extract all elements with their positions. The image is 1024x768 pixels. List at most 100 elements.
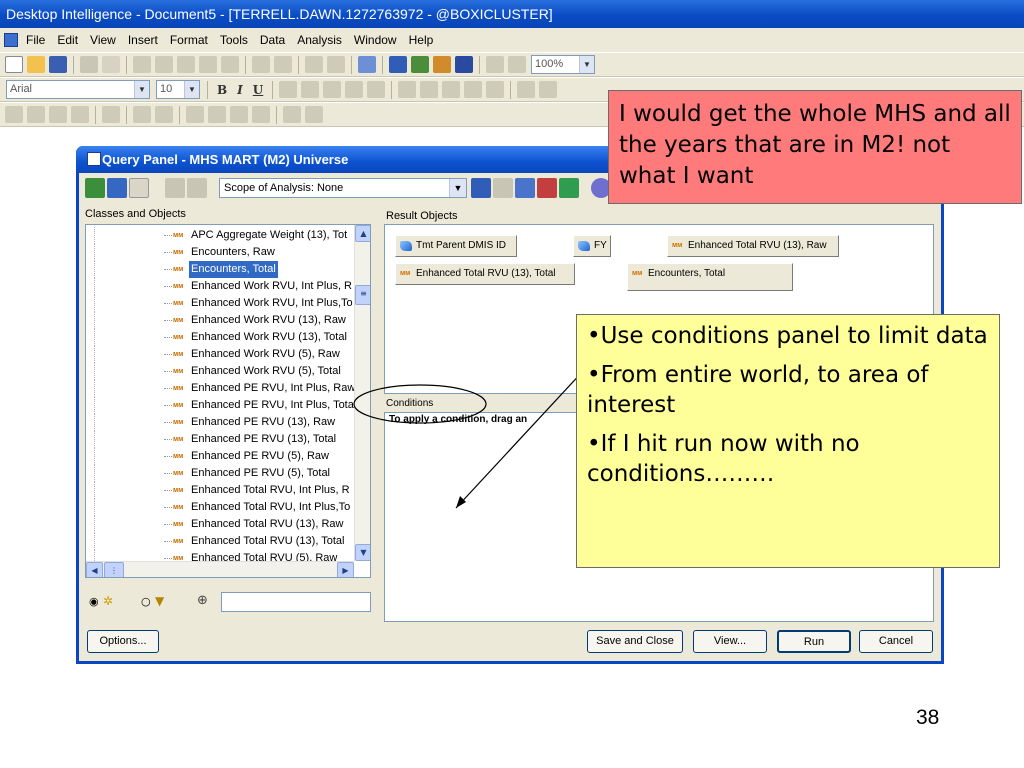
- menu-edit[interactable]: Edit: [57, 33, 78, 47]
- sum-icon[interactable]: [186, 106, 204, 123]
- break-icon[interactable]: [102, 106, 120, 123]
- insert-table-icon[interactable]: [49, 106, 67, 123]
- merge-cells-icon[interactable]: [367, 81, 386, 98]
- edit-query-icon[interactable]: [358, 56, 376, 73]
- predefined-icon[interactable]: [107, 178, 127, 198]
- ranking-icon[interactable]: [230, 106, 248, 123]
- tree-item[interactable]: ᴍᴍ Encounters, Raw: [86, 244, 354, 261]
- tree-item[interactable]: ᴍᴍ Enhanced Total RVU, Int Plus,To: [86, 499, 354, 516]
- chevron-down-icon[interactable]: ▼: [579, 56, 594, 73]
- cut-icon[interactable]: [133, 56, 151, 73]
- structure-icon[interactable]: [455, 56, 473, 73]
- drill-icon[interactable]: [283, 106, 301, 123]
- list-view-icon[interactable]: [129, 178, 149, 198]
- zoom-icon[interactable]: [508, 56, 526, 73]
- tree-horizontal-scrollbar[interactable]: ◀ ⋮ ▶: [86, 561, 354, 577]
- filter-icon[interactable]: [133, 106, 151, 123]
- insert-column-icon[interactable]: [27, 106, 45, 123]
- outdent-icon[interactable]: [517, 81, 536, 98]
- find-icon[interactable]: [252, 56, 270, 73]
- save-and-close-button[interactable]: Save and Close: [587, 630, 683, 653]
- paste-icon[interactable]: [177, 56, 195, 73]
- chevron-down-icon[interactable]: ▼: [134, 81, 149, 98]
- tree-item[interactable]: ᴍᴍ Enhanced Work RVU, Int Plus, R: [86, 278, 354, 295]
- menu-data[interactable]: Data: [260, 33, 285, 47]
- view-button[interactable]: View...: [693, 630, 767, 653]
- tree-item[interactable]: ᴍᴍ Enhanced Total RVU (13), Total: [86, 533, 354, 550]
- new-document-icon[interactable]: [5, 56, 23, 73]
- menu-tools[interactable]: Tools: [220, 33, 248, 47]
- increase-decimal-icon[interactable]: [464, 81, 483, 98]
- alerter-icon[interactable]: [252, 106, 270, 123]
- scope-of-analysis-select[interactable]: Scope of Analysis: None ▼: [219, 178, 467, 198]
- scroll-left-icon[interactable]: ◀: [86, 562, 103, 577]
- h-scroll-thumb[interactable]: ⋮: [104, 562, 124, 577]
- result-object-chip[interactable]: ᴍᴍ Enhanced Total RVU (13), Total: [395, 263, 575, 285]
- menu-analysis[interactable]: Analysis: [297, 33, 342, 47]
- insert-chart-icon[interactable]: [71, 106, 89, 123]
- redo-icon[interactable]: [327, 56, 345, 73]
- tree-vertical-scrollbar[interactable]: ▲ ≡ ▼: [354, 225, 370, 561]
- classes-objects-tree[interactable]: ᴍᴍ APC Aggregate Weight (13), Tot ᴍᴍ Encoun…: [85, 224, 371, 578]
- save-icon[interactable]: [49, 56, 67, 73]
- options-button[interactable]: Options...: [87, 630, 159, 653]
- find-input[interactable]: [221, 592, 371, 612]
- copy-icon[interactable]: [155, 56, 173, 73]
- chevron-down-icon[interactable]: ▼: [184, 81, 199, 98]
- calculation-icon[interactable]: [208, 106, 226, 123]
- result-object-chip[interactable]: FY: [573, 235, 611, 257]
- tree-item[interactable]: ᴍᴍ Enhanced PE RVU (5), Total: [86, 465, 354, 482]
- find-next-icon[interactable]: [274, 56, 292, 73]
- tree-item[interactable]: ᴍᴍ Enhanced Total RVU, Int Plus, R: [86, 482, 354, 499]
- tree-item[interactable]: ᴍᴍ Enhanced Work RVU (13), Total: [86, 329, 354, 346]
- print-preview-icon[interactable]: [102, 56, 120, 73]
- sort-icon[interactable]: [187, 178, 207, 198]
- tree-item[interactable]: ᴍᴍ Enhanced Work RVU (13), Raw: [86, 312, 354, 329]
- menu-window[interactable]: Window: [354, 33, 397, 47]
- result-object-chip[interactable]: ᴍᴍ Encounters, Total: [627, 263, 793, 291]
- tree-item[interactable]: ᴍᴍ Enhanced PE RVU (13), Total: [86, 431, 354, 448]
- scroll-up-icon[interactable]: ▲: [355, 225, 370, 242]
- align-left-icon[interactable]: [279, 81, 298, 98]
- percent-icon[interactable]: [420, 81, 439, 98]
- tree-item[interactable]: ᴍᴍ Encounters, Total: [86, 261, 354, 278]
- grid-icon[interactable]: [486, 56, 504, 73]
- tree-item[interactable]: ᴍᴍ Enhanced PE RVU (5), Raw: [86, 448, 354, 465]
- insert-row-icon[interactable]: [5, 106, 23, 123]
- refresh-icon[interactable]: [411, 56, 429, 73]
- document-icon[interactable]: [4, 33, 18, 47]
- italic-button[interactable]: I: [237, 83, 243, 97]
- print-icon[interactable]: [80, 56, 98, 73]
- warning-icon[interactable]: [305, 106, 323, 123]
- undo-icon[interactable]: [305, 56, 323, 73]
- tree-item[interactable]: ᴍᴍ Enhanced Work RVU (5), Total: [86, 363, 354, 380]
- tree-item[interactable]: ᴍᴍ Enhanced Total RVU (13), Raw: [86, 516, 354, 533]
- filters-radio[interactable]: ○: [141, 595, 151, 608]
- thousands-icon[interactable]: [442, 81, 461, 98]
- tree-item[interactable]: ᴍᴍ Enhanced Work RVU (5), Raw: [86, 346, 354, 363]
- classes-radio[interactable]: ◉: [89, 595, 99, 608]
- tools-icon[interactable]: [537, 178, 557, 198]
- tree-item[interactable]: ᴍᴍ Enhanced PE RVU (13), Raw: [86, 414, 354, 431]
- zoom-combo[interactable]: 100% ▼: [531, 55, 595, 74]
- menu-insert[interactable]: Insert: [128, 33, 158, 47]
- scroll-down-icon[interactable]: ▼: [355, 544, 370, 561]
- menu-format[interactable]: Format: [170, 33, 208, 47]
- tree-item[interactable]: ᴍᴍ Enhanced PE RVU, Int Plus, Tota: [86, 397, 354, 414]
- underline-button[interactable]: U: [253, 83, 263, 97]
- menu-file[interactable]: File: [26, 33, 45, 47]
- paste-special-icon[interactable]: [199, 56, 217, 73]
- align-right-icon[interactable]: [323, 81, 342, 98]
- result-object-chip[interactable]: Tmt Parent DMIS ID: [395, 235, 517, 257]
- tree-item[interactable]: ᴍᴍ Enhanced Work RVU, Int Plus,To: [86, 295, 354, 312]
- align-center-icon[interactable]: [301, 81, 320, 98]
- menu-help[interactable]: Help: [409, 33, 434, 47]
- chevron-down-icon[interactable]: ▼: [449, 179, 466, 197]
- delete-icon[interactable]: [221, 56, 239, 73]
- sort-icon[interactable]: [155, 106, 173, 123]
- currency-icon[interactable]: [398, 81, 417, 98]
- scroll-thumb[interactable]: ≡: [355, 285, 370, 305]
- font-size-combo[interactable]: 10 ▼: [156, 80, 200, 99]
- filter-icon[interactable]: [165, 178, 185, 198]
- tree-item[interactable]: ᴍᴍ APC Aggregate Weight (13), Tot: [86, 227, 354, 244]
